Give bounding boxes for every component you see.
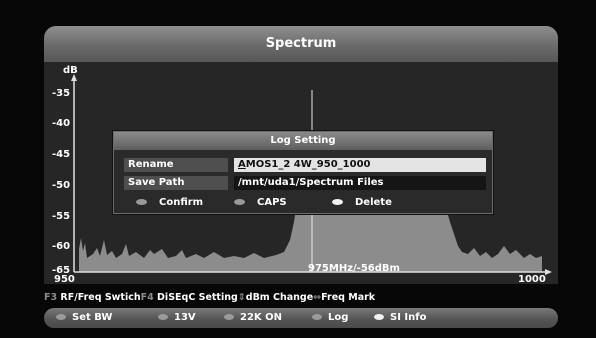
- up-down-arrow-icon: ⇕: [237, 292, 246, 303]
- window-title: Spectrum: [265, 36, 337, 51]
- set-bw-label: Set BW: [72, 312, 113, 323]
- screen: Spectrum dB -35 -40 -45 -50 -55 -60 -65 …: [0, 0, 596, 338]
- x-min-label: 950: [54, 274, 75, 285]
- caps-button[interactable]: CAPS: [234, 197, 287, 209]
- delete-label: Delete: [355, 197, 392, 208]
- key-hint-bar: F3 RF/Freq SwtichF4 DiSEqC Setting⇕dBm C…: [44, 291, 558, 305]
- gray-key-icon: [136, 199, 147, 205]
- white-key-icon: [332, 199, 343, 205]
- f4-key-label: F4: [140, 292, 154, 303]
- save-path-value: /mnt/uda1/Spectrum Files: [238, 177, 384, 188]
- yellow-key-icon: [224, 314, 234, 320]
- green-key-icon: [158, 314, 168, 320]
- dbm-change-hint: dBm Change: [245, 292, 314, 303]
- y-tick: -45: [52, 149, 71, 160]
- y-tick: -35: [52, 88, 71, 99]
- window-title-bar: Spectrum: [44, 26, 558, 62]
- rename-value: MOS1_2 4W_950_1000: [245, 159, 371, 170]
- y-axis-unit: dB: [63, 65, 78, 76]
- si-info-label: SI Info: [390, 312, 427, 323]
- color-key-bar: Set BW 13V 22K ON Log SI Info: [44, 308, 558, 328]
- y-tick: -50: [52, 180, 71, 191]
- y-tick: -55: [52, 211, 71, 222]
- marker-readout: 975MHz/-56dBm: [308, 263, 400, 274]
- left-right-arrow-icon: ⇔: [313, 292, 322, 303]
- blue-key-icon: [312, 314, 322, 320]
- freq-mark-hint: Freq Mark: [321, 292, 376, 303]
- text-cursor-char: A: [238, 159, 246, 170]
- save-path-label: Save Path: [124, 176, 228, 190]
- y-tick: -60: [52, 241, 71, 252]
- delete-button[interactable]: Delete: [332, 197, 392, 209]
- 22k-on-button[interactable]: 22K ON: [224, 312, 282, 324]
- f3-key-label: F3: [44, 292, 58, 303]
- x-axis-arrow-icon: [545, 269, 552, 275]
- f3-hint: RF/Freq Swtich: [60, 292, 141, 303]
- 13v-label: 13V: [174, 312, 196, 323]
- log-button[interactable]: Log: [312, 312, 348, 324]
- rename-label: Rename: [124, 158, 228, 172]
- confirm-button[interactable]: Confirm: [136, 197, 203, 209]
- white-key-icon: [374, 314, 384, 320]
- log-label: Log: [328, 312, 349, 323]
- caps-label: CAPS: [257, 197, 287, 208]
- x-max-label: 1000: [518, 274, 546, 285]
- y-tick: -40: [52, 118, 71, 129]
- red-key-icon: [56, 314, 66, 320]
- set-bw-button[interactable]: Set BW: [56, 312, 112, 324]
- save-path-field[interactable]: /mnt/uda1/Spectrum Files: [234, 176, 486, 190]
- confirm-label: Confirm: [159, 197, 204, 208]
- 22k-on-label: 22K ON: [240, 312, 283, 323]
- log-setting-dialog: Log Setting Rename AMOS1_2 4W_950_1000 S…: [113, 131, 493, 214]
- f4-hint: DiSEqC Setting: [157, 292, 238, 303]
- rename-input[interactable]: AMOS1_2 4W_950_1000: [234, 158, 486, 172]
- si-info-button[interactable]: SI Info: [374, 312, 426, 324]
- gray-key-icon: [234, 199, 245, 205]
- dialog-title: Log Setting: [114, 132, 492, 150]
- 13v-button[interactable]: 13V: [158, 312, 196, 324]
